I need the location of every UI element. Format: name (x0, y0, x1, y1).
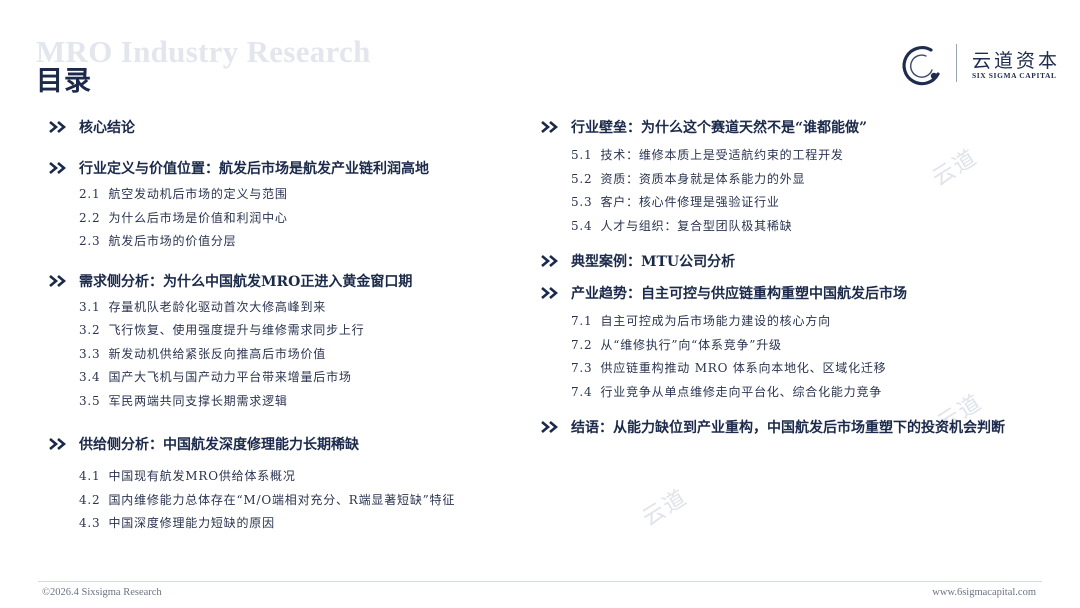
toc-subitem[interactable]: 2.1 航空发动机后市场的定义与范围 (79, 183, 518, 207)
toc-subitem-text: 从“维修执行”向“体系竞争”升级 (600, 337, 782, 352)
toc-subitem-text: 新发动机供给紧张反向推高后市场价值 (108, 346, 327, 361)
toc-subitem-text: 供应链重构推动 MRO 体系向本地化、区域化迁移 (600, 361, 887, 375)
toc-subitem[interactable]: 7.4 行业竞争从单点维修走向平台化、综合化能力竞争 (571, 381, 1050, 405)
footer-copyright: ©2026.4 Sixsigma Research (42, 587, 162, 598)
toc-subitem-number: 2.1 (79, 187, 101, 201)
toc-subitem-text: 为什么后市场是价值和利润中心 (108, 210, 288, 225)
toc-subitem[interactable]: 3.1 存量机队老龄化驱动首次大修高峰到来 (79, 296, 518, 320)
watermark-stamp: 云道 (638, 484, 693, 532)
toc-section-title: 行业壁垒：为什么这个赛道天然不是“谁都能做” (571, 120, 868, 136)
toc-section-title: 结语：从能力缺位到产业重构，中国航发后市场重塑下的投资机会判断 (571, 420, 1005, 436)
brand-logo: 云道资本 SIX SIGMA CAPITAL (898, 40, 1058, 88)
footer-divider (38, 581, 1042, 582)
double-chevron-icon (48, 121, 66, 133)
toc-section-title: 供给侧分析：中国航发深度修理能力长期稀缺 (79, 437, 359, 453)
double-chevron-icon (540, 255, 558, 267)
toc-subitem-text: 国产大飞机与国产动力平台带来增量后市场 (108, 370, 352, 384)
toc-subitem[interactable]: 2.2 为什么后市场是价值和利润中心 (79, 207, 518, 231)
toc-subitem[interactable]: 7.1 自主可控成为后市场能力建设的核心方向 (571, 310, 1050, 334)
toc-subitem[interactable]: 5.1 技术：维修本质上是受适航约束的工程开发 (571, 144, 1050, 168)
toc-subitem[interactable]: 5.2 资质：资质本身就是体系能力的外显 (571, 168, 1050, 192)
toc-section-title: 产业趋势：自主可控与供应链重构重塑中国航发后市场 (571, 286, 907, 302)
toc-subitem-number: 5.1 (571, 148, 593, 162)
toc-subitem-text: 存量机队老龄化驱动首次大修高峰到来 (108, 299, 327, 314)
double-chevron-icon (540, 421, 558, 433)
toc-section-title: 行业定义与价值位置：航发后市场是航发产业链利润高地 (79, 161, 429, 177)
logo-divider (956, 44, 957, 82)
toc-subitem[interactable]: 7.3 供应链重构推动 MRO 体系向本地化、区域化迁移 (571, 357, 1050, 381)
toc-subitem-text: 飞行恢复、使用强度提升与维修需求同步上行 (108, 323, 365, 337)
double-chevron-icon (540, 121, 558, 133)
logo-name-cn: 云道资本 (972, 50, 1061, 72)
toc-subitem-number: 4.3 (79, 516, 101, 530)
toc-subitem-text: 中国深度修理能力短缺的原因 (108, 516, 275, 530)
toc-section[interactable]: 核心结论 (48, 112, 518, 142)
toc-subitem[interactable]: 3.4 国产大飞机与国产动力平台带来增量后市场 (79, 366, 518, 390)
toc-subitem[interactable]: 7.2 从“维修执行”向“体系竞争”升级 (571, 334, 1050, 358)
toc-subitem[interactable]: 5.4 人才与组织：复合型团队极其稀缺 (571, 215, 1050, 239)
toc-left-column: 核心结论 行业定义与价值位置：航发后市场是航发产业链利润高地 2.1 航空发动机后… (48, 112, 518, 536)
toc-subitem-number: 3.3 (79, 346, 101, 361)
toc-section[interactable]: 行业壁垒：为什么这个赛道天然不是“谁都能做” 5.1 技术：维修本质上是受适航约束… (540, 112, 1050, 238)
toc-subitem-text: 国内维修能力总体存在“M/O端相对充分、R端显著短缺”特征 (108, 492, 456, 507)
toc-section[interactable]: 结语：从能力缺位到产业重构，中国航发后市场重塑下的投资机会判断 (540, 412, 1050, 442)
toc-subitem[interactable]: 4.3 中国深度修理能力短缺的原因 (79, 512, 518, 536)
toc-section-title: 核心结论 (79, 120, 135, 136)
toc-subitem-number: 2.2 (79, 210, 101, 225)
toc-subitem-text: 客户：核心件修理是强验证行业 (600, 195, 780, 209)
toc-subitem-text: 航发后市场的价值分层 (108, 234, 237, 248)
toc-subitem-text: 军民两端共同支撑长期需求逻辑 (108, 393, 288, 408)
toc-subitem-text: 技术：维修本质上是受适航约束的工程开发 (600, 148, 844, 162)
toc-section[interactable]: 产业趋势：自主可控与供应链重构重塑中国航发后市场 7.1 自主可控成为后市场能力建… (540, 278, 1050, 404)
toc-subitem-text: 人才与组织：复合型团队极其稀缺 (600, 218, 793, 233)
logo-name-en: SIX SIGMA CAPITAL (972, 71, 1057, 80)
toc-subitem[interactable]: 4.1 中国现有航发MRO供给体系概况 (79, 465, 518, 489)
toc-subitem-number: 7.3 (571, 361, 593, 375)
toc-subitem-number: 3.5 (79, 393, 101, 408)
toc-subitem[interactable]: 3.5 军民两端共同支撑长期需求逻辑 (79, 390, 518, 414)
toc-subitem[interactable]: 5.3 客户：核心件修理是强验证行业 (571, 191, 1050, 215)
toc-section[interactable]: 需求侧分析：为什么中国航发MRO正进入黄金窗口期 3.1 存量机队老龄化驱动首次大… (48, 266, 518, 414)
toc-subitem-number: 3.2 (79, 323, 101, 337)
toc-subitem-number: 5.2 (571, 171, 593, 186)
toc-subitem-text: 行业竞争从单点维修走向平台化、综合化能力竞争 (600, 384, 883, 399)
toc-subitem-number: 2.3 (79, 234, 101, 248)
toc-subitem-number: 7.2 (571, 337, 593, 352)
toc-section[interactable]: 典型案例：MTU公司分析 (540, 246, 1050, 276)
toc-section[interactable]: 供给侧分析：中国航发深度修理能力长期稀缺 4.1 中国现有航发MRO供给体系概况 … (48, 429, 518, 536)
toc-subitem-number: 3.1 (79, 299, 101, 314)
toc-section-title: 需求侧分析：为什么中国航发MRO正进入黄金窗口期 (79, 273, 413, 290)
toc-subitem-text: 资质：资质本身就是体系能力的外显 (600, 171, 806, 186)
double-chevron-icon (48, 438, 66, 450)
toc-right-column: 行业壁垒：为什么这个赛道天然不是“谁都能做” 5.1 技术：维修本质上是受适航约束… (540, 112, 1050, 442)
toc-subitem-number: 5.4 (571, 218, 593, 233)
toc-subitem-number: 7.4 (571, 384, 593, 399)
toc-subitem[interactable]: 2.3 航发后市场的价值分层 (79, 230, 518, 254)
footer-website-link[interactable]: www.6sigmacapital.com (932, 587, 1036, 598)
toc-section-title: 典型案例：MTU公司分析 (571, 254, 736, 270)
page-title: 目录 (36, 66, 92, 97)
toc-subitem-number: 4.1 (79, 469, 101, 483)
ring-logo-icon (902, 46, 940, 86)
toc-section[interactable]: 行业定义与价值位置：航发后市场是航发产业链利润高地 2.1 航空发动机后市场的定义… (48, 153, 518, 254)
toc-subitem-number: 7.1 (571, 314, 593, 328)
toc-subitem-text: 航空发动机后市场的定义与范围 (108, 187, 288, 201)
toc-subitem-text: 中国现有航发MRO供给体系概况 (108, 469, 296, 483)
toc-subitem[interactable]: 4.2 国内维修能力总体存在“M/O端相对充分、R端显著短缺”特征 (79, 489, 518, 513)
toc-subitem-number: 5.3 (571, 195, 593, 209)
double-chevron-icon (540, 287, 558, 299)
toc-subitem-text: 自主可控成为后市场能力建设的核心方向 (600, 314, 831, 328)
toc-subitem[interactable]: 3.3 新发动机供给紧张反向推高后市场价值 (79, 343, 518, 367)
toc-subitem-number: 3.4 (79, 370, 101, 384)
toc-subitem-number: 4.2 (79, 492, 101, 507)
toc-subitem[interactable]: 3.2 飞行恢复、使用强度提升与维修需求同步上行 (79, 319, 518, 343)
double-chevron-icon (48, 162, 66, 174)
double-chevron-icon (48, 274, 66, 287)
